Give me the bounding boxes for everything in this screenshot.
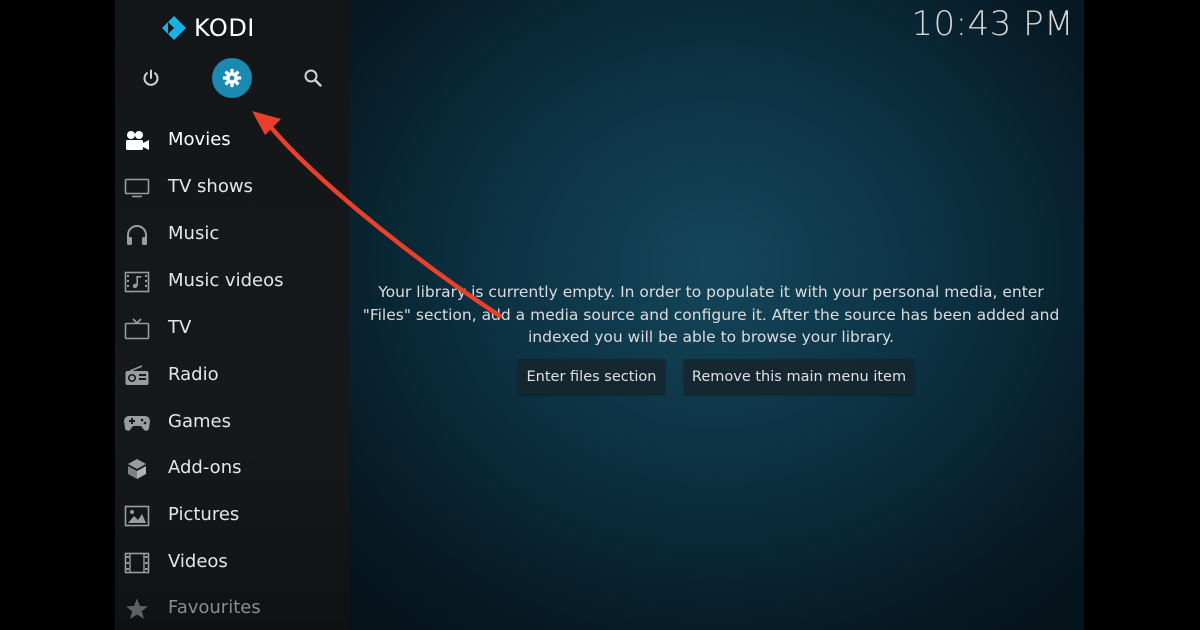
menu-item-radio[interactable]: Radio [115, 354, 349, 398]
menu-item-tv-shows[interactable]: TV shows [115, 166, 349, 210]
menu-item-videos[interactable]: Videos [115, 541, 349, 585]
menu-item-label: Add-ons [168, 457, 242, 478]
gear-icon [222, 68, 242, 88]
menu-item-movies[interactable]: Movies [115, 119, 349, 163]
remove-menu-item-button[interactable]: Remove this main menu item [684, 359, 914, 394]
menu-item-label: Music [168, 223, 220, 244]
menu-item-favourites[interactable]: Favourites [115, 587, 349, 630]
addons-box-icon [123, 456, 151, 482]
power-icon [143, 69, 159, 86]
search-button[interactable] [293, 58, 333, 98]
radio-icon [123, 363, 151, 389]
picture-icon [123, 503, 151, 529]
menu-item-label: Radio [168, 364, 219, 385]
star-icon [123, 596, 151, 622]
menu-item-label: Movies [168, 129, 231, 150]
menu-item-label: Games [168, 411, 231, 432]
menu-item-music[interactable]: Music [115, 213, 349, 257]
enter-files-section-button[interactable]: Enter files section [518, 359, 665, 394]
kodi-logo: KODI [161, 12, 255, 44]
menu-item-pictures[interactable]: Pictures [115, 494, 349, 538]
kodi-window: KODI Movies TV shows Music Music videos … [115, 0, 1084, 630]
gamepad-icon [123, 410, 151, 436]
menu-item-add-ons[interactable]: Add-ons [115, 447, 349, 491]
menu-item-label: Videos [168, 551, 228, 572]
menu-item-label: TV shows [168, 176, 253, 197]
menu-item-label: Pictures [168, 504, 240, 525]
clock: 10:43 PM [911, 4, 1074, 44]
movie-camera-icon [123, 128, 151, 154]
menu-item-music-videos[interactable]: Music videos [115, 260, 349, 304]
menu-item-label: Favourites [168, 597, 261, 618]
menu-item-tv[interactable]: TV [115, 307, 349, 351]
menu-item-label: TV [168, 317, 192, 338]
power-button[interactable] [131, 58, 171, 98]
kodi-logo-icon [162, 16, 186, 40]
search-icon [304, 69, 322, 87]
film-strip-icon [123, 550, 151, 576]
tv-icon [123, 175, 151, 201]
menu-item-games[interactable]: Games [115, 401, 349, 445]
empty-library-message: Your library is currently empty. In orde… [362, 283, 1060, 346]
sidebar: KODI Movies TV shows Music Music videos … [115, 0, 349, 630]
settings-button[interactable] [212, 58, 252, 98]
headphones-icon [123, 222, 151, 248]
music-video-icon [123, 269, 151, 295]
menu-item-label: Music videos [168, 270, 284, 291]
tv-antenna-icon [123, 316, 151, 342]
app-name: KODI [194, 14, 255, 42]
